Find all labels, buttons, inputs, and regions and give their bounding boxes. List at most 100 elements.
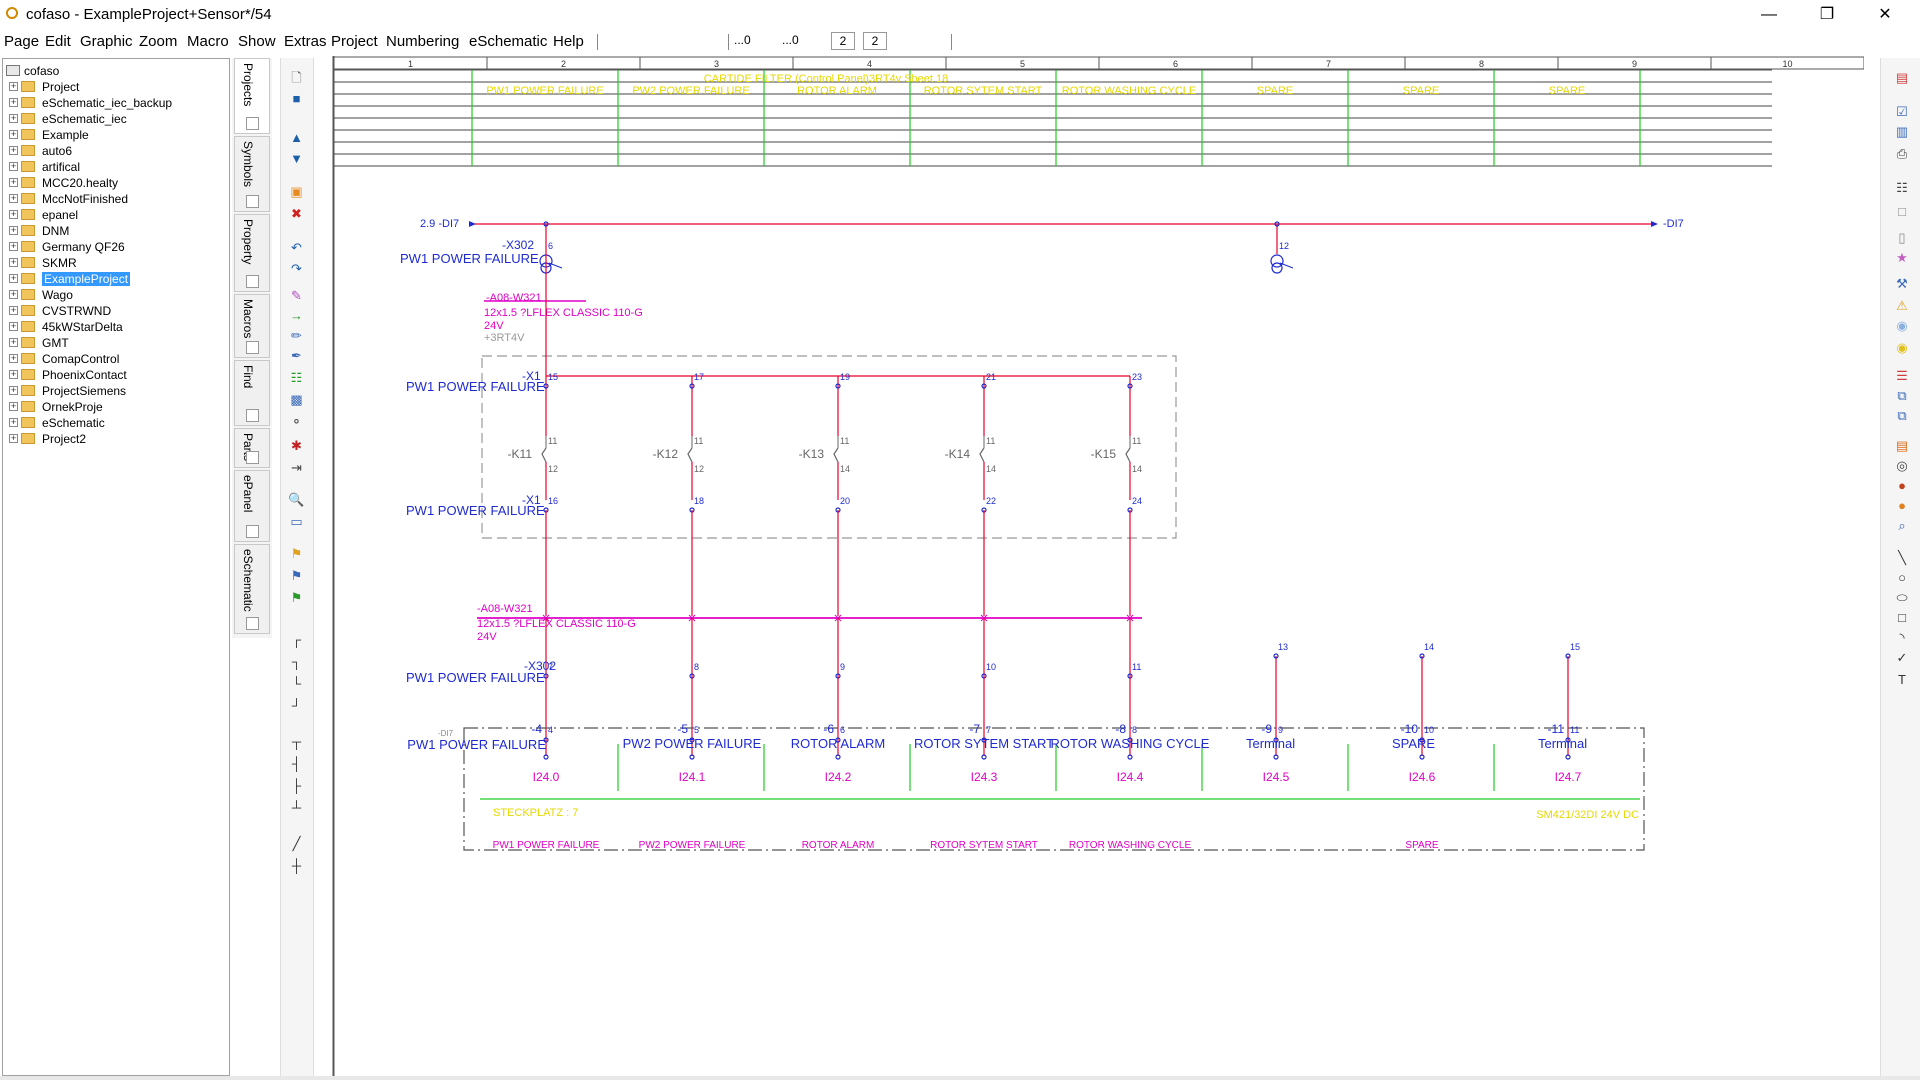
pen-icon[interactable]: ✒ [288, 348, 305, 363]
tee-right-icon[interactable]: ├ [288, 778, 305, 793]
tab-eschematic[interactable]: eSchematic [234, 544, 270, 634]
menu-page[interactable]: Page [4, 33, 39, 50]
menu-extras[interactable]: Extras [284, 33, 327, 50]
tee-left-icon[interactable]: ┤ [288, 756, 305, 771]
expand-icon[interactable]: + [9, 210, 18, 219]
expand-icon[interactable]: + [9, 194, 18, 203]
schematic-drawing[interactable]: 1 2 3 4 5 6 7 8 9 10CARTIDE FILTER (Control Panel… [314, 56, 1869, 1076]
expand-icon[interactable]: + [9, 146, 18, 155]
expand-icon[interactable]: + [9, 306, 18, 315]
search-icon[interactable]: ⌕ [1894, 518, 1910, 533]
copy-icon[interactable]: ⧉ [1894, 388, 1910, 403]
group-icon[interactable]: ☷ [288, 370, 305, 385]
tab-property[interactable]: Property [234, 214, 270, 292]
tee-up-icon[interactable]: ┴ [288, 800, 305, 815]
expand-icon[interactable]: + [9, 418, 18, 427]
restore-icon[interactable]: ❐ [1804, 2, 1850, 28]
expand-icon[interactable]: + [9, 162, 18, 171]
tab-find[interactable]: Find [234, 360, 270, 426]
cross-icon[interactable]: ┼ [288, 858, 305, 873]
warning-icon[interactable]: ⚠ [1894, 298, 1910, 313]
tab-macros[interactable]: Macros [234, 294, 270, 358]
expand-icon[interactable]: + [9, 370, 18, 379]
redo-icon[interactable]: ↷ [288, 261, 305, 276]
expand-icon[interactable]: + [9, 82, 18, 91]
undo-icon[interactable]: ↶ [288, 240, 305, 255]
menu-numbering[interactable]: Numbering [386, 33, 459, 50]
menu-help[interactable]: Help [553, 33, 584, 50]
menu-eschematic[interactable]: eSchematic [469, 33, 547, 50]
menu-show[interactable]: Show [238, 33, 276, 50]
expand-icon[interactable]: + [9, 258, 18, 267]
expand-icon[interactable]: + [9, 130, 18, 139]
polyline-icon[interactable]: ✓ [1894, 650, 1910, 665]
tab-symbols[interactable]: Symbols [234, 136, 270, 212]
measure-icon[interactable]: ⇥ [288, 460, 305, 475]
tab-projects[interactable]: Projects [234, 58, 270, 134]
menu-zoom[interactable]: Zoom [139, 33, 177, 50]
expand-icon[interactable]: + [9, 322, 18, 331]
cursor-icon[interactable]: ✱ [288, 438, 305, 453]
layout-icon[interactable]: ▥ [1894, 124, 1910, 139]
schematic-canvas[interactable]: 1 2 3 4 5 6 7 8 9 10 CARTIDE FILTER (Control Panel… [314, 56, 1869, 1076]
expand-icon[interactable]: + [9, 274, 18, 283]
circle-icon[interactable]: ○ [1894, 570, 1910, 585]
zoom-icon[interactable]: 🔍 [288, 492, 305, 507]
diagonal-icon[interactable]: ╱ [288, 836, 305, 851]
pencil-icon[interactable]: ✏ [288, 328, 305, 343]
text-icon[interactable]: T [1894, 672, 1910, 687]
tag-icon[interactable]: ★ [1894, 250, 1910, 265]
expand-icon[interactable]: + [9, 354, 18, 363]
menu-macro[interactable]: Macro [187, 33, 229, 50]
menu-graphic[interactable]: Graphic [80, 33, 133, 50]
expand-icon[interactable]: + [9, 242, 18, 251]
page-down-icon[interactable]: ▼ [288, 151, 305, 166]
list-icon[interactable]: ☰ [1894, 368, 1910, 383]
arrow-right-icon[interactable]: → [288, 308, 305, 323]
window-icon[interactable]: ▭ [288, 514, 305, 529]
page-up-icon[interactable]: ▲ [288, 130, 305, 145]
copy2-icon[interactable]: ⧉ [1894, 408, 1910, 423]
flag-orange-icon[interactable]: ⚑ [288, 546, 305, 561]
expand-icon[interactable]: + [9, 402, 18, 411]
arc-icon[interactable]: ◝ [1894, 630, 1910, 645]
bulb-icon[interactable]: ◉ [1894, 318, 1910, 333]
brush-icon[interactable]: ✎ [288, 288, 305, 303]
corner-bl-icon[interactable]: └ [288, 676, 305, 691]
new-page-icon[interactable]: 🗋 [288, 70, 305, 85]
soccer-icon[interactable]: ◎ [1894, 458, 1910, 473]
line-icon[interactable]: ╲ [1894, 550, 1910, 565]
doc-icon[interactable]: ▤ [1894, 438, 1910, 453]
menu-edit[interactable]: Edit [45, 33, 71, 50]
print-icon[interactable]: ⎙ [1894, 146, 1910, 161]
expand-icon[interactable]: + [9, 338, 18, 347]
expand-icon[interactable]: + [9, 434, 18, 443]
blank-box-icon[interactable]: □ [1894, 204, 1910, 219]
expand-icon[interactable]: + [9, 98, 18, 107]
pdf-icon[interactable]: ▤ [1894, 70, 1910, 85]
connect-icon[interactable]: ⚬ [288, 414, 305, 429]
ball-icon[interactable]: ● [1894, 478, 1910, 493]
corner-br-icon[interactable]: ┘ [288, 698, 305, 713]
expand-icon[interactable]: + [9, 386, 18, 395]
page-box-1[interactable]: 2 [831, 32, 855, 50]
ball2-icon[interactable]: ● [1894, 498, 1910, 513]
delete-icon[interactable]: ✖ [288, 206, 305, 221]
wrench-icon[interactable]: ⚒ [1894, 276, 1910, 291]
minimize-icon[interactable]: — [1746, 2, 1792, 28]
expand-icon[interactable]: + [9, 178, 18, 187]
rect-icon[interactable]: □ [1894, 610, 1910, 625]
save-icon[interactable]: ■ [288, 91, 305, 106]
tab-parts[interactable]: Parts [234, 428, 270, 468]
tee-down-icon[interactable]: ┬ [288, 734, 305, 749]
page-icon[interactable]: ▯ [1894, 230, 1910, 245]
rss-icon[interactable]: ▣ [288, 184, 305, 199]
calculator-icon[interactable]: ☷ [1894, 180, 1910, 195]
flag-green-icon[interactable]: ⚑ [288, 590, 305, 605]
page-box-2[interactable]: 2 [863, 32, 887, 50]
flag-blue-icon[interactable]: ⚑ [288, 568, 305, 583]
expand-icon[interactable]: + [9, 290, 18, 299]
check-icon[interactable]: ☑ [1894, 104, 1910, 119]
menu-project[interactable]: Project [331, 33, 378, 50]
close-icon[interactable]: ✕ [1862, 2, 1908, 28]
